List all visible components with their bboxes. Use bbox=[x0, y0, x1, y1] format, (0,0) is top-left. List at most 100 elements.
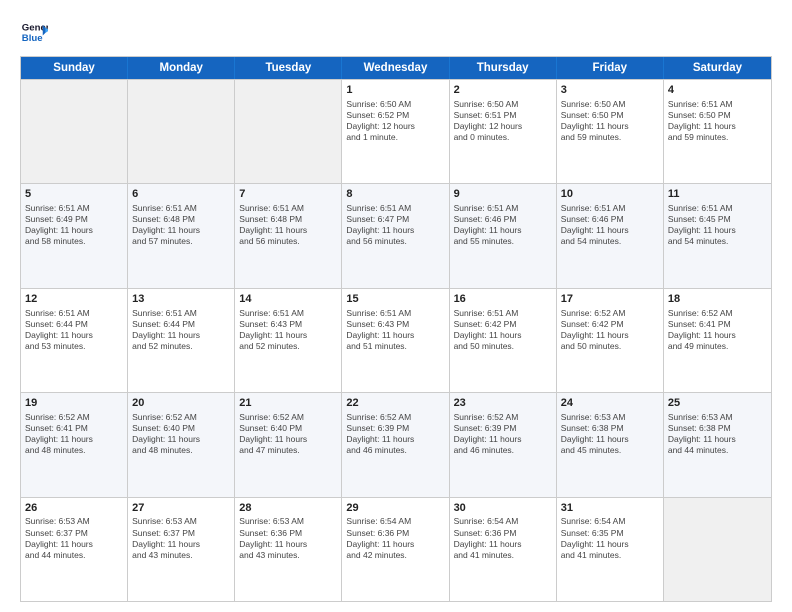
header-cell-wednesday: Wednesday bbox=[342, 57, 449, 79]
calendar-week-2: 5Sunrise: 6:51 AM Sunset: 6:49 PM Daylig… bbox=[21, 183, 771, 287]
calendar-day-empty bbox=[664, 498, 771, 601]
header-cell-sunday: Sunday bbox=[21, 57, 128, 79]
day-info: Sunrise: 6:53 AM Sunset: 6:38 PM Dayligh… bbox=[668, 412, 767, 456]
calendar-day-25: 25Sunrise: 6:53 AM Sunset: 6:38 PM Dayli… bbox=[664, 393, 771, 496]
day-info: Sunrise: 6:51 AM Sunset: 6:47 PM Dayligh… bbox=[346, 203, 444, 247]
day-info: Sunrise: 6:53 AM Sunset: 6:37 PM Dayligh… bbox=[25, 516, 123, 560]
calendar-day-27: 27Sunrise: 6:53 AM Sunset: 6:37 PM Dayli… bbox=[128, 498, 235, 601]
day-number: 19 bbox=[25, 396, 123, 411]
calendar-day-6: 6Sunrise: 6:51 AM Sunset: 6:48 PM Daylig… bbox=[128, 184, 235, 287]
calendar-day-29: 29Sunrise: 6:54 AM Sunset: 6:36 PM Dayli… bbox=[342, 498, 449, 601]
day-number: 11 bbox=[668, 187, 767, 202]
day-number: 21 bbox=[239, 396, 337, 411]
day-number: 5 bbox=[25, 187, 123, 202]
day-info: Sunrise: 6:51 AM Sunset: 6:50 PM Dayligh… bbox=[668, 99, 767, 143]
day-number: 12 bbox=[25, 292, 123, 307]
calendar-day-11: 11Sunrise: 6:51 AM Sunset: 6:45 PM Dayli… bbox=[664, 184, 771, 287]
day-info: Sunrise: 6:51 AM Sunset: 6:43 PM Dayligh… bbox=[239, 308, 337, 352]
day-number: 2 bbox=[454, 83, 552, 98]
calendar-day-empty bbox=[235, 80, 342, 183]
calendar-day-5: 5Sunrise: 6:51 AM Sunset: 6:49 PM Daylig… bbox=[21, 184, 128, 287]
calendar-day-23: 23Sunrise: 6:52 AM Sunset: 6:39 PM Dayli… bbox=[450, 393, 557, 496]
day-number: 13 bbox=[132, 292, 230, 307]
header-cell-friday: Friday bbox=[557, 57, 664, 79]
day-info: Sunrise: 6:53 AM Sunset: 6:36 PM Dayligh… bbox=[239, 516, 337, 560]
calendar-day-17: 17Sunrise: 6:52 AM Sunset: 6:42 PM Dayli… bbox=[557, 289, 664, 392]
calendar-day-2: 2Sunrise: 6:50 AM Sunset: 6:51 PM Daylig… bbox=[450, 80, 557, 183]
day-info: Sunrise: 6:52 AM Sunset: 6:41 PM Dayligh… bbox=[25, 412, 123, 456]
day-info: Sunrise: 6:53 AM Sunset: 6:37 PM Dayligh… bbox=[132, 516, 230, 560]
day-number: 14 bbox=[239, 292, 337, 307]
calendar-day-28: 28Sunrise: 6:53 AM Sunset: 6:36 PM Dayli… bbox=[235, 498, 342, 601]
calendar-day-19: 19Sunrise: 6:52 AM Sunset: 6:41 PM Dayli… bbox=[21, 393, 128, 496]
day-info: Sunrise: 6:52 AM Sunset: 6:40 PM Dayligh… bbox=[132, 412, 230, 456]
header-cell-thursday: Thursday bbox=[450, 57, 557, 79]
day-info: Sunrise: 6:54 AM Sunset: 6:35 PM Dayligh… bbox=[561, 516, 659, 560]
day-number: 3 bbox=[561, 83, 659, 98]
header-cell-tuesday: Tuesday bbox=[235, 57, 342, 79]
calendar-day-7: 7Sunrise: 6:51 AM Sunset: 6:48 PM Daylig… bbox=[235, 184, 342, 287]
day-info: Sunrise: 6:51 AM Sunset: 6:48 PM Dayligh… bbox=[239, 203, 337, 247]
day-number: 29 bbox=[346, 501, 444, 516]
day-number: 18 bbox=[668, 292, 767, 307]
calendar-week-1: 1Sunrise: 6:50 AM Sunset: 6:52 PM Daylig… bbox=[21, 79, 771, 183]
day-info: Sunrise: 6:51 AM Sunset: 6:43 PM Dayligh… bbox=[346, 308, 444, 352]
calendar-day-18: 18Sunrise: 6:52 AM Sunset: 6:41 PM Dayli… bbox=[664, 289, 771, 392]
day-number: 17 bbox=[561, 292, 659, 307]
day-info: Sunrise: 6:52 AM Sunset: 6:39 PM Dayligh… bbox=[346, 412, 444, 456]
day-info: Sunrise: 6:54 AM Sunset: 6:36 PM Dayligh… bbox=[346, 516, 444, 560]
logo: General Blue bbox=[20, 18, 52, 46]
calendar-day-3: 3Sunrise: 6:50 AM Sunset: 6:50 PM Daylig… bbox=[557, 80, 664, 183]
calendar-week-3: 12 Sunrise: 6:51 AM Sunset: 6:44 PM Dayli… bbox=[21, 288, 771, 392]
day-number: 27 bbox=[132, 501, 230, 516]
calendar-day-21: 21Sunrise: 6:52 AM Sunset: 6:40 PM Dayli… bbox=[235, 393, 342, 496]
day-number: 20 bbox=[132, 396, 230, 411]
day-info: Sunrise: 6:50 AM Sunset: 6:51 PM Dayligh… bbox=[454, 99, 552, 143]
day-info: Sunrise: 6:51 AM Sunset: 6:49 PM Dayligh… bbox=[25, 203, 123, 247]
svg-text:Blue: Blue bbox=[22, 33, 43, 44]
day-number: 7 bbox=[239, 187, 337, 202]
day-info: Sunrise: 6:52 AM Sunset: 6:40 PM Dayligh… bbox=[239, 412, 337, 456]
day-number: 1 bbox=[346, 83, 444, 98]
calendar-day-8: 8Sunrise: 6:51 AM Sunset: 6:47 PM Daylig… bbox=[342, 184, 449, 287]
calendar-day-empty bbox=[21, 80, 128, 183]
day-number: 6 bbox=[132, 187, 230, 202]
day-number: 28 bbox=[239, 501, 337, 516]
day-number: 16 bbox=[454, 292, 552, 307]
calendar-day-13: 13Sunrise: 6:51 AM Sunset: 6:44 PM Dayli… bbox=[128, 289, 235, 392]
calendar-day-4: 4Sunrise: 6:51 AM Sunset: 6:50 PM Daylig… bbox=[664, 80, 771, 183]
day-number: 4 bbox=[668, 83, 767, 98]
calendar-week-4: 19Sunrise: 6:52 AM Sunset: 6:41 PM Dayli… bbox=[21, 392, 771, 496]
day-number: 26 bbox=[25, 501, 123, 516]
calendar-header-row: SundayMondayTuesdayWednesdayThursdayFrid… bbox=[21, 57, 771, 79]
calendar-day-10: 10Sunrise: 6:51 AM Sunset: 6:46 PM Dayli… bbox=[557, 184, 664, 287]
calendar-day-22: 22Sunrise: 6:52 AM Sunset: 6:39 PM Dayli… bbox=[342, 393, 449, 496]
day-info: Sunrise: 6:53 AM Sunset: 6:38 PM Dayligh… bbox=[561, 412, 659, 456]
day-number: 30 bbox=[454, 501, 552, 516]
day-number: 25 bbox=[668, 396, 767, 411]
calendar-day-14: 14Sunrise: 6:51 AM Sunset: 6:43 PM Dayli… bbox=[235, 289, 342, 392]
calendar-day-31: 31Sunrise: 6:54 AM Sunset: 6:35 PM Dayli… bbox=[557, 498, 664, 601]
day-number: 23 bbox=[454, 396, 552, 411]
day-info: Sunrise: 6:51 AM Sunset: 6:42 PM Dayligh… bbox=[454, 308, 552, 352]
calendar-day-20: 20Sunrise: 6:52 AM Sunset: 6:40 PM Dayli… bbox=[128, 393, 235, 496]
calendar-day-1: 1Sunrise: 6:50 AM Sunset: 6:52 PM Daylig… bbox=[342, 80, 449, 183]
day-number: 15 bbox=[346, 292, 444, 307]
day-info: Sunrise: 6:51 AM Sunset: 6:45 PM Dayligh… bbox=[668, 203, 767, 247]
page: General Blue SundayMondayTuesdayWednesda… bbox=[0, 0, 792, 612]
calendar-day-15: 15Sunrise: 6:51 AM Sunset: 6:43 PM Dayli… bbox=[342, 289, 449, 392]
day-info: Sunrise: 6:52 AM Sunset: 6:41 PM Dayligh… bbox=[668, 308, 767, 352]
calendar-day-12: 12Sunrise: 6:51 AM Sunset: 6:44 PM Dayli… bbox=[21, 289, 128, 392]
calendar-day-16: 16Sunrise: 6:51 AM Sunset: 6:42 PM Dayli… bbox=[450, 289, 557, 392]
day-info: Sunrise: 6:50 AM Sunset: 6:52 PM Dayligh… bbox=[346, 99, 444, 143]
calendar-day-24: 24Sunrise: 6:53 AM Sunset: 6:38 PM Dayli… bbox=[557, 393, 664, 496]
day-info: Sunrise: 6:51 AM Sunset: 6:44 PM Dayligh… bbox=[132, 308, 230, 352]
calendar-day-30: 30Sunrise: 6:54 AM Sunset: 6:36 PM Dayli… bbox=[450, 498, 557, 601]
calendar-day-empty bbox=[128, 80, 235, 183]
calendar-day-26: 26Sunrise: 6:53 AM Sunset: 6:37 PM Dayli… bbox=[21, 498, 128, 601]
calendar: SundayMondayTuesdayWednesdayThursdayFrid… bbox=[20, 56, 772, 602]
day-number: 22 bbox=[346, 396, 444, 411]
calendar-week-5: 26Sunrise: 6:53 AM Sunset: 6:37 PM Dayli… bbox=[21, 497, 771, 601]
day-number: 9 bbox=[454, 187, 552, 202]
day-info: Sunrise: 6:52 AM Sunset: 6:42 PM Dayligh… bbox=[561, 308, 659, 352]
